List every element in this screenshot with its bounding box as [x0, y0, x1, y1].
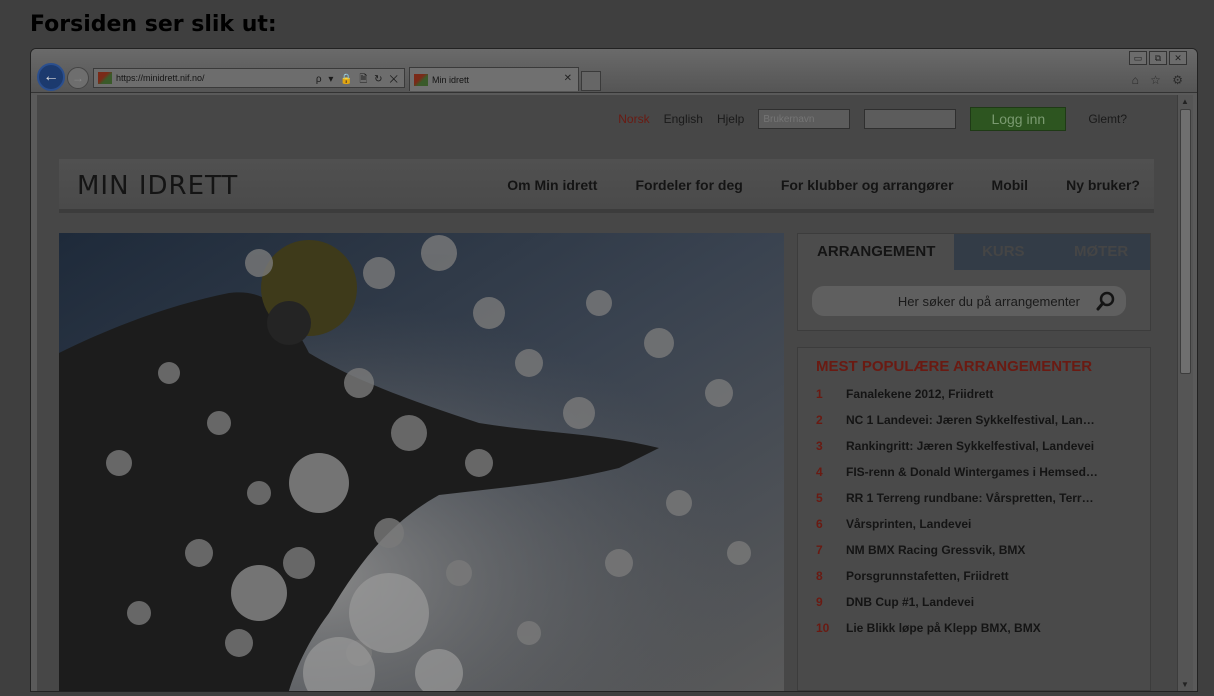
rank-number: 1: [816, 387, 823, 401]
list-item[interactable]: 5 RR 1 Terreng rundbane: Vårspretten, Ter…: [816, 485, 1132, 511]
search-input[interactable]: Her søker du på arrangementer: [812, 286, 1126, 316]
event-link[interactable]: RR 1 Terreng rundbane: Vårspretten, Terr…: [846, 491, 1094, 505]
event-link[interactable]: Vårsprinten, Landevei: [846, 517, 971, 531]
event-link[interactable]: FIS-renn & Donald Wintergames i Hemsed…: [846, 465, 1098, 479]
rank-number: 8: [816, 569, 823, 583]
nav-item-mobil[interactable]: Mobil: [992, 177, 1029, 193]
close-window-button[interactable]: ✕: [1169, 51, 1187, 65]
browser-window: ← → https://minidrett.nif.no/ ρ ▾ 🔒 🗎 ↻ …: [30, 48, 1198, 692]
list-item[interactable]: 8 Porsgrunnstafetten, Friidrett: [816, 563, 1132, 589]
event-link[interactable]: Rankingritt: Jæren Sykkelfestival, Lande…: [846, 439, 1094, 453]
address-url: https://minidrett.nif.no/: [116, 73, 205, 83]
lang-english-link[interactable]: English: [664, 112, 703, 126]
forgot-password-link[interactable]: Glemt?: [1088, 112, 1127, 126]
rank-number: 9: [816, 595, 823, 609]
hero-photo-illustration: [59, 233, 784, 691]
popular-title: MEST POPULÆRE ARRANGEMENTER: [816, 358, 1093, 375]
nav-menu: Om Min idrett Fordeler for deg For klubb…: [507, 177, 1140, 193]
home-favorites-settings-icons[interactable]: ⌂ ☆ ⚙: [1132, 73, 1187, 87]
hero-image: [59, 233, 784, 691]
event-link[interactable]: Lie Blikk løpe på Klepp BMX, BMX: [846, 621, 1041, 635]
window-controls: ▭ ⧉ ✕: [1129, 51, 1187, 65]
scroll-up-icon[interactable]: ▲: [1181, 97, 1189, 106]
nav-item-ny-bruker[interactable]: Ny bruker?: [1066, 177, 1140, 193]
vertical-scrollbar[interactable]: ▲ ▼: [1177, 95, 1193, 691]
tab-arrangement[interactable]: ARRANGEMENT: [798, 234, 955, 270]
event-link[interactable]: Fanalekene 2012, Friidrett: [846, 387, 993, 401]
forward-button[interactable]: →: [67, 67, 89, 89]
rank-number: 7: [816, 543, 823, 557]
browser-chrome: ← → https://minidrett.nif.no/ ρ ▾ 🔒 🗎 ↻ …: [31, 49, 1197, 93]
help-link[interactable]: Hjelp: [717, 112, 744, 126]
rank-number: 3: [816, 439, 823, 453]
login-button[interactable]: Logg inn: [970, 107, 1067, 131]
scroll-thumb[interactable]: [1180, 109, 1191, 374]
event-link[interactable]: NM BMX Racing Gressvik, BMX: [846, 543, 1025, 557]
top-login-bar: Norsk English Hjelp Logg inn Glemt?: [618, 107, 1127, 131]
list-item[interactable]: 1 Fanalekene 2012, Friidrett: [816, 381, 1132, 407]
popular-events-panel: MEST POPULÆRE ARRANGEMENTER 1 Fanalekene …: [797, 347, 1151, 691]
search-panel: ARRANGEMENT KURS MØTER Her søker du på a…: [797, 233, 1151, 331]
browser-tab[interactable]: Min idrett ✕: [409, 67, 579, 91]
list-item[interactable]: 9 DNB Cup #1, Landevei: [816, 589, 1132, 615]
search-icon[interactable]: [1096, 291, 1116, 311]
list-item[interactable]: 7 NM BMX Racing Gressvik, BMX: [816, 537, 1132, 563]
nav-item-om[interactable]: Om Min idrett: [507, 177, 597, 193]
rank-number: 4: [816, 465, 823, 479]
scroll-down-icon[interactable]: ▼: [1181, 680, 1189, 689]
slide-caption: Forsiden ser slik ut:: [30, 12, 277, 37]
new-tab-button[interactable]: [581, 71, 601, 91]
tab-close-icon[interactable]: ✕: [564, 73, 572, 84]
event-link[interactable]: NC 1 Landevei: Jæren Sykkelfestival, Lan…: [846, 413, 1095, 427]
tab-title: Min idrett: [432, 74, 470, 85]
list-item[interactable]: 6 Vårsprinten, Landevei: [816, 511, 1132, 537]
tab-moter[interactable]: MØTER: [1052, 234, 1150, 270]
nav-item-klubber[interactable]: For klubber og arrangører: [781, 177, 954, 193]
list-item[interactable]: 3 Rankingritt: Jæren Sykkelfestival, Land…: [816, 433, 1132, 459]
page-viewport: Norsk English Hjelp Logg inn Glemt? MIN …: [37, 95, 1177, 691]
site-favicon-icon: [98, 72, 112, 84]
maximize-button[interactable]: ⧉: [1149, 51, 1167, 65]
nav-item-fordeler[interactable]: Fordeler for deg: [635, 177, 742, 193]
rank-number: 5: [816, 491, 823, 505]
lang-norsk-link[interactable]: Norsk: [618, 112, 649, 126]
list-item[interactable]: 2 NC 1 Landevei: Jæren Sykkelfestival, La…: [816, 407, 1132, 433]
event-link[interactable]: DNB Cup #1, Landevei: [846, 595, 974, 609]
site-logo[interactable]: MIN IDRETT: [77, 171, 238, 201]
rank-number: 10: [816, 621, 830, 635]
list-item[interactable]: 10 Lie Blikk løpe på Klepp BMX, BMX: [816, 615, 1132, 641]
search-placeholder: Her søker du på arrangementer: [897, 293, 1080, 309]
tab-favicon-icon: [414, 73, 428, 86]
username-field[interactable]: [758, 109, 851, 129]
address-tools-icons[interactable]: ρ ▾ 🔒 🗎 ↻ ✕: [316, 72, 400, 89]
minimize-button[interactable]: ▭: [1129, 51, 1147, 65]
address-bar[interactable]: https://minidrett.nif.no/ ρ ▾ 🔒 🗎 ↻ ✕: [93, 68, 405, 88]
search-tabs: ARRANGEMENT KURS MØTER: [798, 234, 1150, 270]
main-navbar: MIN IDRETT Om Min idrett Fordeler for de…: [59, 159, 1154, 213]
password-field[interactable]: [864, 109, 957, 129]
back-button[interactable]: ←: [37, 63, 65, 91]
rank-number: 2: [816, 413, 823, 427]
tab-kurs[interactable]: KURS: [954, 234, 1053, 270]
list-item[interactable]: 4 FIS-renn & Donald Wintergames i Hemsed…: [816, 459, 1132, 485]
rank-number: 6: [816, 517, 823, 531]
event-link[interactable]: Porsgrunnstafetten, Friidrett: [846, 569, 1009, 583]
